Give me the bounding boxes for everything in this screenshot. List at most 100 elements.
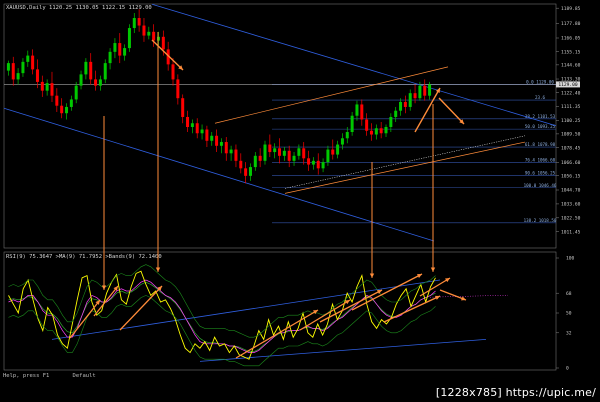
candle-body <box>118 43 122 56</box>
candle-body <box>273 148 277 153</box>
price-axis-label: 1033.60 <box>561 202 581 208</box>
candle-body <box>16 73 20 80</box>
fib-level-label: 0.0 1129.00 <box>526 79 554 84</box>
candle-body <box>79 74 83 86</box>
rsi-axis-label: 0 <box>566 366 569 372</box>
candle-body <box>418 85 422 99</box>
price-axis-label: 1089.50 <box>561 131 581 137</box>
rsi-axis-label: 100 <box>566 256 575 262</box>
candle-body <box>360 104 364 120</box>
candle-body <box>428 84 432 96</box>
candle-body <box>161 36 165 50</box>
price-axis-label: 1100.25 <box>561 118 581 124</box>
candle-body <box>31 55 35 70</box>
candle-body <box>307 158 311 165</box>
candle-body <box>244 168 248 176</box>
candle-body <box>292 155 296 161</box>
candle-body <box>234 149 238 161</box>
fib-level-label: 138.2 1018.50 <box>524 218 557 223</box>
candle-body <box>248 167 252 176</box>
candle-body <box>50 83 54 96</box>
candle-body <box>278 148 282 156</box>
current-price-marker: 1129.00 <box>556 81 580 88</box>
candle-body <box>11 63 15 80</box>
candle-body <box>297 148 301 156</box>
chart-canvas: XAUUSD,Daily 1120.25 1130.05 1122.15 112… <box>0 0 600 402</box>
candle-body <box>282 150 286 156</box>
candle-body <box>326 149 330 163</box>
rsi-axis-label: 50 <box>566 311 572 317</box>
candle-body <box>195 123 199 134</box>
candle-body <box>224 142 228 154</box>
price-axis-label: 1122.40 <box>561 90 581 96</box>
price-axis-label: 1111.35 <box>561 104 581 110</box>
candle-body <box>103 63 107 80</box>
candle-body <box>268 144 272 153</box>
candle-body <box>215 135 219 146</box>
price-axis-label: 1044.70 <box>561 188 581 194</box>
fib-level-label: 90.6 1056.25 <box>525 170 556 175</box>
price-axis-label: 1056.15 <box>561 173 581 179</box>
candle-body <box>190 123 194 127</box>
price-axis-label: 1066.60 <box>561 160 581 166</box>
candle-body <box>340 138 344 145</box>
candle-body <box>186 116 190 127</box>
candle-body <box>200 129 204 134</box>
candle-body <box>316 160 320 169</box>
candle-body <box>98 79 102 86</box>
candle-body <box>321 162 325 169</box>
candle-body <box>65 106 69 114</box>
candle-body <box>147 31 151 36</box>
candle-body <box>389 116 393 127</box>
price-chart-title: XAUUSD,Daily 1120.25 1130.05 1122.15 112… <box>6 5 152 11</box>
candle-body <box>181 98 185 117</box>
fib-level-label: 76.4 1066.60 <box>525 158 556 163</box>
rsi-axis-label: 32 <box>566 330 572 336</box>
candle-body <box>219 142 223 146</box>
fib-level-label: 50.0 1093.25 <box>525 124 556 129</box>
candle-body <box>84 61 88 75</box>
fib-level-label: 61.8 1078.98 <box>525 142 556 147</box>
candle-body <box>408 93 412 107</box>
candle-body <box>113 43 117 52</box>
rsi-axis-label: 68 <box>566 291 572 297</box>
price-axis-label: 1144.60 <box>561 62 581 68</box>
price-axis-label: 1022.50 <box>561 215 581 221</box>
candle-body <box>374 128 378 135</box>
candle-body <box>45 83 49 91</box>
candle-body <box>132 18 136 29</box>
candle-body <box>69 99 73 107</box>
candle-body <box>379 128 383 134</box>
candle-body <box>127 28 131 49</box>
candle-body <box>6 63 10 71</box>
candle-body <box>350 115 354 133</box>
candle-body <box>311 160 315 165</box>
candle-body <box>142 25 146 36</box>
price-axis-label: 1011.45 <box>561 229 581 235</box>
candle-body <box>123 48 127 56</box>
price-axis-label: 1166.05 <box>561 36 581 42</box>
fib-level-label: 100.0 1046.46 <box>524 183 557 188</box>
candle-body <box>365 119 369 131</box>
current-price-label: 1129.00 <box>558 82 578 88</box>
rsi-chart-title: RSI(9) 75.3647 >MA(9) 71.7952 >Bands(9) … <box>6 254 162 260</box>
price-axis-label: 1078.45 <box>561 145 581 151</box>
candle-body <box>94 79 98 86</box>
candle-body <box>394 110 398 117</box>
price-axis-label: 1155.15 <box>561 49 581 55</box>
candle-body <box>239 160 243 169</box>
candle-body <box>287 150 291 161</box>
candle-body <box>263 144 267 161</box>
candle-body <box>26 55 30 62</box>
candle-body <box>152 31 156 41</box>
fib-level-label: 23.6 <box>535 95 546 100</box>
candle-body <box>89 61 93 80</box>
candle-body <box>336 144 340 155</box>
candle-body <box>108 51 112 64</box>
watermark-label: [1228x785] https://upic.me/ <box>435 386 596 399</box>
candle-body <box>423 85 427 96</box>
candle-body <box>399 101 403 111</box>
candle-body <box>210 135 214 141</box>
candle-body <box>331 149 335 155</box>
candle-body <box>345 132 349 139</box>
